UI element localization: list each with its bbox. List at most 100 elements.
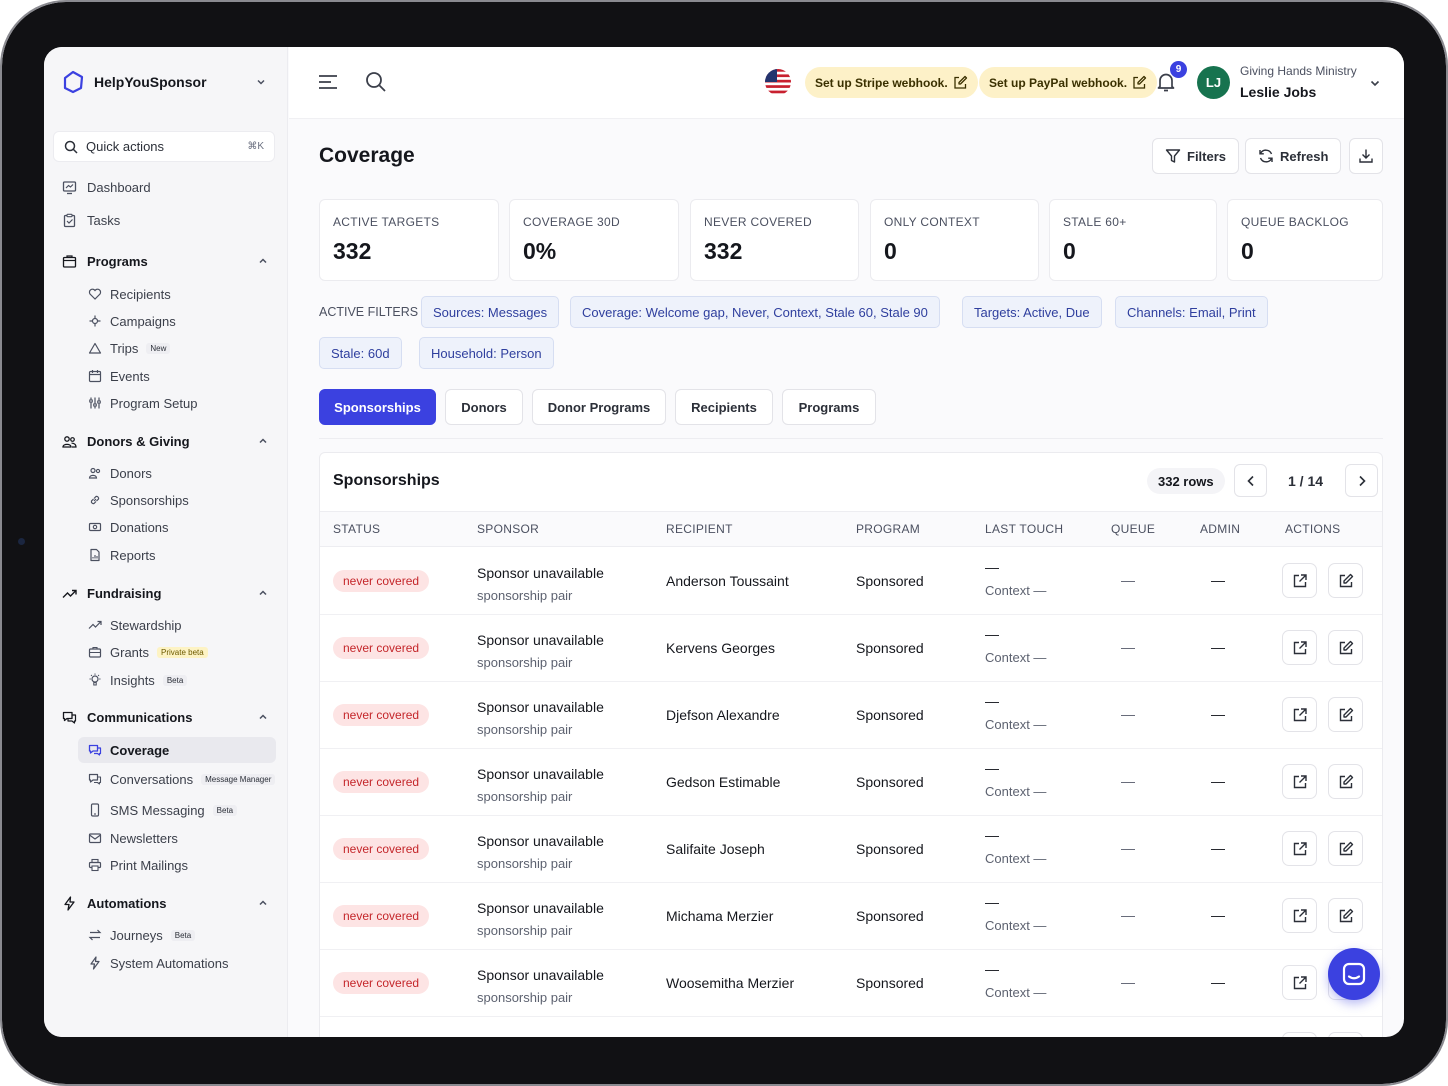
sidebar-item-newsletters[interactable]: Newsletters — [88, 826, 178, 850]
sidebar-item-sponsorships[interactable]: Sponsorships — [88, 488, 189, 512]
column-header[interactable]: PROGRAM — [856, 522, 920, 536]
filter-chip[interactable]: Channels: Email, Print — [1115, 296, 1268, 328]
column-header[interactable]: SPONSOR — [477, 522, 539, 536]
table-row[interactable]: never covered Sponsor unavailable sponso… — [320, 682, 1382, 749]
column-header[interactable]: STATUS — [333, 522, 380, 536]
sidebar-item-label: SMS Messaging — [110, 802, 205, 818]
table-row[interactable]: never covered Sponsor unavailable sponso… — [320, 548, 1382, 615]
filter-chip[interactable]: Household: Person — [419, 337, 554, 369]
sidebar-item-donations[interactable]: Donations — [88, 515, 169, 539]
tab-donors[interactable]: Donors — [445, 389, 523, 425]
sidebar-item-tasks[interactable]: Tasks — [62, 208, 120, 232]
recipient-name[interactable]: Gedson Estimable — [666, 774, 780, 790]
sidebar-group-programs[interactable]: Programs — [62, 249, 268, 273]
column-header[interactable]: RECIPIENT — [666, 522, 733, 536]
sidebar-group-donors-giving[interactable]: Donors & Giving — [62, 429, 268, 453]
chevron-down-icon[interactable] — [256, 77, 266, 87]
sidebar-item-sms-messaging[interactable]: SMS Messaging Beta — [88, 798, 238, 822]
sidebar-item-journeys[interactable]: Journeys Beta — [88, 923, 196, 947]
us-flag-icon[interactable] — [765, 69, 791, 95]
open-external-button[interactable] — [1282, 965, 1317, 1000]
sidebar-group-fundraising[interactable]: Fundraising — [62, 581, 268, 605]
arrows-icon — [88, 929, 102, 941]
sidebar-item-donors[interactable]: Donors — [88, 461, 152, 485]
sidebar-item-recipients[interactable]: Recipients — [88, 282, 171, 306]
edit-row-button[interactable] — [1328, 898, 1363, 933]
stripe-webhook-button[interactable]: Set up Stripe webhook. — [805, 67, 978, 98]
table-row[interactable]: never covered Sponsor unavailable sponso… — [320, 615, 1382, 682]
open-external-button[interactable] — [1282, 898, 1317, 933]
previous-page-button[interactable] — [1234, 464, 1267, 497]
recipient-name[interactable]: Anderson Toussaint — [666, 573, 789, 589]
paypal-webhook-button[interactable]: Set up PayPal webhook. — [979, 67, 1158, 98]
table-row[interactable]: never covered Sponsor unavailable sponso… — [320, 950, 1382, 1017]
sidebar-item-print-mailings[interactable]: Print Mailings — [88, 853, 188, 877]
edit-row-button[interactable] — [1328, 697, 1363, 732]
sidebar-item-campaigns[interactable]: Campaigns — [88, 309, 176, 333]
sidebar-item-dashboard[interactable]: Dashboard — [62, 175, 151, 199]
filter-chip[interactable]: Sources: Messages — [421, 296, 560, 328]
next-page-button[interactable] — [1345, 464, 1378, 497]
tab-programs[interactable]: Programs — [782, 389, 876, 425]
filter-icon — [1165, 149, 1181, 163]
table-row[interactable]: never covered Sponsor unavailable sponso… — [320, 749, 1382, 816]
sidebar-item-events[interactable]: Events — [88, 364, 150, 388]
sponsor-name: Sponsor unavailable — [477, 1034, 604, 1037]
sidebar-group-label: Communications — [87, 709, 193, 725]
status-badge: never covered — [333, 771, 430, 793]
sidebar-item-insights[interactable]: Insights Beta — [88, 668, 188, 692]
edit-row-button[interactable] — [1328, 831, 1363, 866]
recipient-name[interactable]: Salifaite Joseph — [666, 841, 765, 857]
quick-actions-button[interactable]: Quick actions ⌘K — [53, 131, 275, 162]
chat-launcher-button[interactable] — [1328, 948, 1380, 1000]
open-external-button[interactable] — [1282, 697, 1317, 732]
recipient-name[interactable]: Michama Merzier — [666, 908, 773, 924]
sidebar-item-conversations[interactable]: Conversations Message Manager — [88, 767, 276, 791]
sidebar-item-stewardship[interactable]: Stewardship — [88, 613, 182, 637]
filter-chip[interactable]: Coverage: Welcome gap, Never, Context, S… — [570, 296, 940, 328]
edit-row-button[interactable] — [1328, 563, 1363, 598]
column-header[interactable]: LAST TOUCH — [985, 522, 1063, 536]
sidebar-item-coverage[interactable]: Coverage — [78, 737, 276, 763]
edit-row-button[interactable] — [1328, 764, 1363, 799]
open-external-button[interactable] — [1282, 1032, 1317, 1037]
avatar[interactable]: LJ — [1197, 66, 1230, 99]
filters-button[interactable]: Filters — [1152, 138, 1240, 174]
open-external-button[interactable] — [1282, 831, 1317, 866]
recipient-name[interactable]: Djefson Alexandre — [666, 707, 780, 723]
sidebar-item-grants[interactable]: Grants Private beta — [88, 640, 208, 664]
recipient-name[interactable]: Kervens Georges — [666, 640, 775, 656]
external-link-icon — [1293, 774, 1307, 788]
sidebar-group-automations[interactable]: Automations — [62, 891, 268, 915]
filter-chip[interactable]: Stale: 60d — [319, 337, 402, 369]
open-external-button[interactable] — [1282, 630, 1317, 665]
sidebar-group-label: Automations — [87, 895, 167, 911]
refresh-button[interactable]: Refresh — [1245, 138, 1342, 174]
table-row[interactable]: never covered Sponsor unavailable sponso… — [320, 1017, 1382, 1037]
chevron-down-icon[interactable] — [1369, 77, 1381, 89]
column-header[interactable]: ADMIN — [1200, 522, 1240, 536]
sidebar-item-trips[interactable]: Trips New — [88, 336, 171, 360]
tab-sponsorships[interactable]: Sponsorships — [319, 389, 436, 425]
tab-recipients[interactable]: Recipients — [675, 389, 773, 425]
search-icon[interactable] — [365, 71, 387, 93]
open-external-button[interactable] — [1282, 563, 1317, 598]
brand[interactable]: HelpYouSponsor — [60, 69, 207, 95]
recipient-name[interactable]: Woosemitha Merzier — [666, 975, 794, 991]
clipboard-icon — [63, 213, 76, 227]
open-external-button[interactable] — [1282, 764, 1317, 799]
filter-chip[interactable]: Targets: Active, Due — [962, 296, 1102, 328]
table-row[interactable]: never covered Sponsor unavailable sponso… — [320, 816, 1382, 883]
menu-icon[interactable] — [317, 71, 339, 93]
edit-row-button[interactable] — [1328, 630, 1363, 665]
edit-row-button[interactable] — [1328, 1032, 1363, 1037]
tab-donor-programs[interactable]: Donor Programs — [532, 389, 666, 425]
sidebar-item-program-setup[interactable]: Program Setup — [88, 391, 197, 415]
sidebar-item-reports[interactable]: Reports — [88, 543, 156, 567]
sidebar-item-system-automations[interactable]: System Automations — [88, 951, 229, 975]
sidebar-group-communications[interactable]: Communications — [62, 705, 268, 729]
table-row[interactable]: never covered Sponsor unavailable sponso… — [320, 883, 1382, 950]
report-icon — [90, 548, 100, 562]
column-header[interactable]: QUEUE — [1111, 522, 1155, 536]
download-button[interactable] — [1349, 138, 1383, 174]
